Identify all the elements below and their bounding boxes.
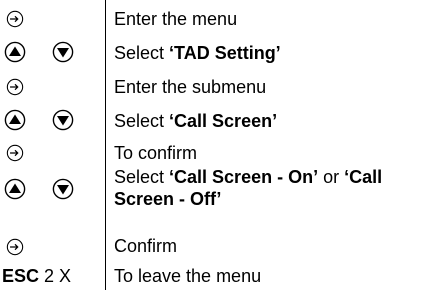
repeat-count: 2 X [44, 266, 72, 286]
enter-icon [6, 144, 24, 162]
esc-key-instruction: ESC 2 X [2, 265, 71, 287]
instruction-text: Enter the submenu [114, 77, 267, 97]
esc-key-label: ESC [2, 266, 40, 286]
instruction-text: Select ‘Call Screen - On’ or ‘Call Scree… [114, 167, 383, 209]
menu-option-label: ‘TAD Setting’ [169, 43, 281, 63]
instruction-row: Select ‘Call Screen’ [0, 106, 438, 132]
menu-option-label: ‘Call Screen’ [169, 111, 278, 131]
enter-icon [6, 10, 24, 28]
instruction-text: To confirm [114, 143, 198, 163]
instruction-row: Select ‘Call Screen - On’ or ‘Call Scree… [0, 164, 438, 216]
enter-icon [6, 238, 24, 256]
up-icon [4, 178, 26, 200]
instruction-text: Select ‘TAD Setting’ [114, 43, 281, 63]
instruction-row: Enter the menu [0, 6, 438, 32]
instruction-row: ESC 2 X To leave the menu [0, 262, 438, 288]
down-icon [52, 109, 74, 131]
up-icon [4, 41, 26, 63]
instruction-text: To leave the menu [114, 266, 262, 286]
down-icon [52, 41, 74, 63]
menu-option-label: ‘Call Screen - On’ [169, 167, 319, 187]
enter-icon [6, 78, 24, 96]
up-icon [4, 109, 26, 131]
instruction-text: Enter the menu [114, 9, 238, 29]
instruction-text: Confirm [114, 236, 178, 256]
instruction-text: Select ‘Call Screen’ [114, 111, 278, 131]
down-icon [52, 178, 74, 200]
instruction-row: To confirm [0, 140, 438, 166]
instruction-row: Confirm [0, 235, 438, 259]
instruction-row: Select ‘TAD Setting’ [0, 39, 438, 65]
instruction-row: Enter the submenu [0, 74, 438, 100]
